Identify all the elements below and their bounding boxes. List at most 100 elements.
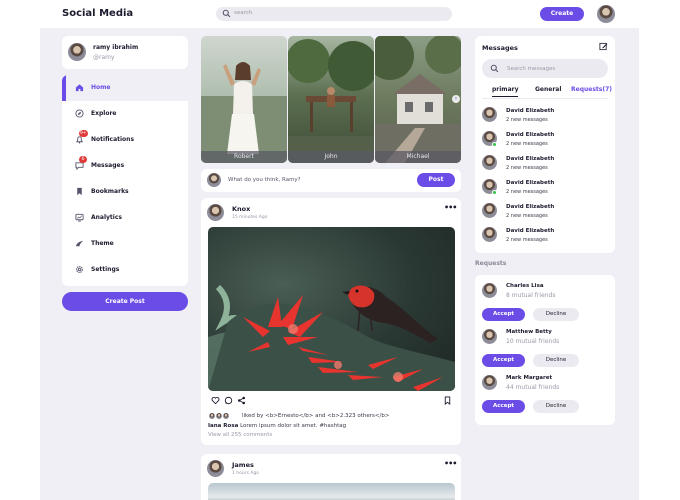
create-post-button[interactable]: Create Post <box>62 292 188 311</box>
sidebar-item-label: Explore <box>91 110 117 117</box>
avatar[interactable] <box>482 283 497 298</box>
sidebar-nav: Home Explore 9+ Notifications 6 Messages… <box>62 75 188 286</box>
messages-search-input[interactable]: Search messages <box>507 66 555 72</box>
messages-badge: 6 <box>79 156 87 163</box>
message-item[interactable]: David Elizabeth 2 new messages <box>482 152 608 174</box>
avatar[interactable] <box>207 460 224 477</box>
create-button[interactable]: Create <box>540 7 584 21</box>
analytics-icon <box>75 213 84 222</box>
view-comments-link[interactable]: View all 255 comments <box>208 432 272 438</box>
online-indicator <box>492 190 497 195</box>
message-preview: 2 new messages <box>506 165 548 171</box>
message-preview: 2 new messages <box>506 213 548 219</box>
mutual-friends: 8 mutual friends <box>506 292 556 299</box>
request-name[interactable]: Charles Lisa <box>506 283 544 289</box>
composer-input[interactable]: What do you think, Ramy? <box>228 177 301 183</box>
decline-button[interactable]: Decline <box>533 400 579 413</box>
story-photo <box>288 39 374 163</box>
messages-tabs: primary General Requests(7) <box>475 84 615 98</box>
sidebar-item-analytics[interactable]: Analytics <box>62 205 188 231</box>
search-bar[interactable]: search <box>216 7 452 21</box>
palette-icon <box>75 239 84 248</box>
avatar <box>222 412 230 420</box>
post-author[interactable]: James <box>232 461 254 469</box>
sidebar-item-theme[interactable]: Theme <box>62 231 188 257</box>
message-preview: 2 new messages <box>506 237 548 243</box>
caption-author[interactable]: Iana Rosa <box>208 423 238 429</box>
app-logo[interactable]: Social Media <box>62 8 133 19</box>
gear-icon <box>75 265 84 274</box>
post-button[interactable]: Post <box>417 173 455 187</box>
more-options-icon[interactable]: ••• <box>444 459 457 468</box>
share-icon[interactable] <box>237 396 246 405</box>
message-sender: David Elizabeth <box>506 108 555 114</box>
bookmark-icon[interactable] <box>443 396 452 405</box>
post-photo[interactable] <box>208 227 455 391</box>
avatar[interactable] <box>482 375 497 390</box>
sidebar-item-messages[interactable]: 6 Messages <box>62 153 188 179</box>
message-item[interactable]: David Elizabeth 2 new messages <box>482 128 608 150</box>
comment-icon[interactable] <box>224 396 233 405</box>
story-name: Michael <box>375 151 461 163</box>
bookmark-icon <box>75 187 84 196</box>
sidebar-item-explore[interactable]: Explore <box>62 101 188 127</box>
sidebar-item-label: Theme <box>91 240 114 247</box>
mutual-friends: 44 mutual friends <box>506 384 560 391</box>
avatar[interactable] <box>207 204 224 221</box>
message-item[interactable]: David Elizabeth 2 new messages <box>482 104 608 126</box>
decline-button[interactable]: Decline <box>533 308 579 321</box>
story-card[interactable]: Michael <box>375 36 461 163</box>
caption-text: Lorem ipsum dolor sit amet. #hashtag <box>240 423 347 429</box>
heart-icon[interactable] <box>211 396 220 405</box>
message-preview: 2 new messages <box>506 189 548 195</box>
stories-next-arrow[interactable]: › <box>452 95 460 103</box>
message-item[interactable]: David Elizabeth 2 new messages <box>482 176 608 198</box>
tab-general[interactable]: General <box>535 86 561 93</box>
sidebar-item-bookmarks[interactable]: Bookmarks <box>62 179 188 205</box>
message-item[interactable]: David Elizabeth 2 new messages <box>482 200 608 222</box>
post-author[interactable]: Knox <box>232 205 250 213</box>
sidebar-item-label: Bookmarks <box>91 188 129 195</box>
tab-requests[interactable]: Requests(7) <box>571 86 612 93</box>
messages-panel: Messages Search messages primary General… <box>475 36 615 253</box>
sidebar-item-settings[interactable]: Settings <box>62 257 188 283</box>
post-photo[interactable] <box>208 483 455 500</box>
more-options-icon[interactable]: ••• <box>444 203 457 212</box>
accept-button[interactable]: Accept <box>482 354 525 367</box>
mutual-friends: 10 mutual friends <box>506 338 560 345</box>
accept-button[interactable]: Accept <box>482 400 525 413</box>
tab-primary[interactable]: primary <box>492 86 519 97</box>
profile-card[interactable]: ramy ibrahim @ramy <box>62 36 188 69</box>
friend-request: Mark Margaret 44 mutual friends Accept D… <box>482 369 608 415</box>
avatar[interactable] <box>482 329 497 344</box>
sidebar-item-home[interactable]: Home <box>62 75 188 101</box>
sidebar-item-label: Analytics <box>91 214 122 221</box>
edit-icon[interactable] <box>599 42 608 51</box>
story-card[interactable]: John <box>288 36 374 163</box>
tabs-divider <box>482 98 608 99</box>
requests-heading: Requests <box>475 260 507 267</box>
avatar <box>482 203 497 218</box>
sidebar-item-notifications[interactable]: 9+ Notifications <box>62 127 188 153</box>
messages-search[interactable]: Search messages <box>482 59 608 78</box>
post-time: 15 minutes Ago <box>232 215 268 220</box>
message-sender: David Elizabeth <box>506 156 555 162</box>
avatar[interactable] <box>597 5 615 23</box>
request-name[interactable]: Matthew Betty <box>506 329 552 335</box>
avatar <box>482 227 497 242</box>
friend-request: Matthew Betty 10 mutual friends Accept D… <box>482 323 608 369</box>
avatar <box>482 155 497 170</box>
app-frame: Social Media search Create ramy ibrahim … <box>40 0 639 500</box>
top-navbar: Social Media search Create <box>40 0 639 28</box>
message-item[interactable]: David Elizabeth 2 new messages <box>482 224 608 246</box>
story-card[interactable]: Robert <box>201 36 287 163</box>
accept-button[interactable]: Accept <box>482 308 525 321</box>
decline-button[interactable]: Decline <box>533 354 579 367</box>
search-input[interactable]: search <box>234 10 252 16</box>
post-time: 1 hours Ago <box>232 471 260 476</box>
story-photo <box>375 36 461 163</box>
request-name[interactable]: Mark Margaret <box>506 375 552 381</box>
message-sender: David Elizabeth <box>506 204 555 210</box>
feed-post: James 1 hours Ago ••• <box>201 454 461 500</box>
story-name: Robert <box>201 151 287 163</box>
